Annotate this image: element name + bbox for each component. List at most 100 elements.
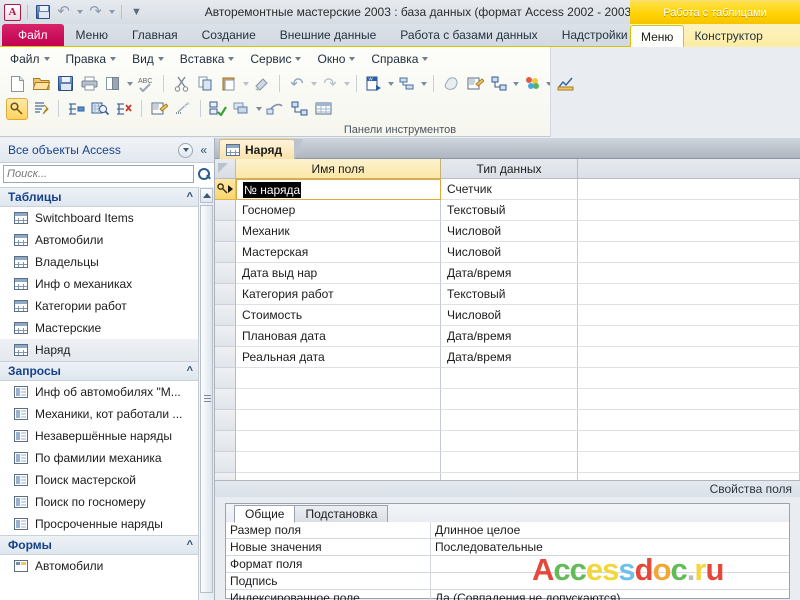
property-value[interactable]: Последовательные (431, 539, 789, 555)
nav-item-query-3[interactable]: По фамилии механика (0, 447, 199, 469)
primary-key-icon[interactable] (6, 97, 28, 120)
table-row[interactable]: Госномер Текстовый (215, 200, 800, 221)
paste-icon[interactable] (218, 73, 240, 95)
undo-dropdown-icon[interactable] (75, 3, 84, 22)
object-dependencies-icon[interactable] (264, 98, 286, 120)
menu-help[interactable]: Справка (366, 52, 439, 66)
row-selector[interactable] (215, 221, 236, 242)
cell-field-name[interactable]: Стоимость (236, 305, 441, 326)
cell-data-type[interactable] (441, 368, 578, 389)
row-selector[interactable] (215, 263, 236, 284)
lookup-column-icon[interactable] (207, 98, 229, 120)
table-row[interactable]: Механик Числовой (215, 221, 800, 242)
delete-rows-icon[interactable] (113, 98, 135, 120)
cell-field-name[interactable]: Категория работ (236, 284, 441, 305)
cell-data-type[interactable]: Дата/время (441, 263, 578, 284)
insert-rows-icon[interactable] (65, 98, 87, 120)
row-selector-primary-key[interactable] (215, 179, 236, 200)
column-header-field-name[interactable]: Имя поля (236, 159, 441, 179)
cell-data-type[interactable]: Текстовый (441, 200, 578, 221)
property-row[interactable]: Формат поля (226, 556, 789, 573)
document-tab-naryad[interactable]: Наряд (219, 139, 304, 160)
row-selector[interactable] (215, 305, 236, 326)
nav-item-masterskie[interactable]: Мастерские (0, 317, 199, 339)
undo-icon[interactable]: ↶ (54, 3, 73, 22)
chevron-down-icon[interactable] (311, 81, 317, 86)
row-selector[interactable] (215, 200, 236, 221)
print-preview-icon[interactable] (102, 73, 124, 95)
cell-field-name[interactable] (236, 389, 441, 410)
cell-field-name[interactable]: Госномер (236, 200, 441, 221)
validation-icon[interactable] (172, 98, 194, 120)
nav-item-switchboard-items[interactable]: Switchboard Items (0, 207, 199, 229)
tab-database-tools[interactable]: Работа с базами данных (388, 24, 549, 46)
chevron-down-icon[interactable] (256, 106, 262, 111)
tab-menu[interactable]: Меню (64, 24, 120, 46)
cell-data-type[interactable] (441, 389, 578, 410)
search-input[interactable] (3, 165, 194, 183)
code-icon[interactable] (440, 73, 462, 95)
nav-item-query-0[interactable]: Инф об автомобилях "М... (0, 381, 199, 403)
property-value[interactable] (431, 556, 789, 572)
property-value[interactable] (431, 573, 789, 589)
navigation-pane-scrollbar[interactable] (198, 187, 214, 600)
cell-data-type[interactable]: Числовой (441, 305, 578, 326)
chart-tools-icon[interactable] (554, 73, 576, 95)
tab-home[interactable]: Главная (120, 24, 190, 46)
cell-description[interactable] (578, 305, 800, 326)
cell-data-type[interactable] (441, 431, 578, 452)
chevron-up-icon[interactable]: ^ (187, 539, 193, 551)
cell-field-name[interactable]: Механик (236, 221, 441, 242)
tab-create[interactable]: Создание (190, 24, 268, 46)
cell-field-name[interactable] (236, 431, 441, 452)
redo-icon[interactable]: ↷ (86, 3, 105, 22)
table-row[interactable]: Дата выд нар Дата/время (215, 263, 800, 284)
table-row-empty[interactable] (215, 452, 800, 473)
cell-description[interactable] (578, 284, 800, 305)
relationships-icon[interactable] (288, 98, 310, 120)
spelling-icon[interactable]: ABC (135, 73, 157, 95)
cell-description[interactable] (578, 326, 800, 347)
nav-item-query-6[interactable]: Просроченные наряды (0, 513, 199, 535)
cell-field-name[interactable] (236, 410, 441, 431)
office-links-icon[interactable]: W (363, 73, 385, 95)
analyze-icon[interactable] (396, 73, 418, 95)
chevron-up-icon[interactable]: ^ (187, 365, 193, 377)
table-row[interactable]: Категория работ Текстовый (215, 284, 800, 305)
build-icon[interactable] (89, 98, 111, 120)
tab-lookup[interactable]: Подстановка (294, 505, 389, 522)
chevron-up-icon[interactable]: ^ (187, 191, 193, 203)
chevron-down-icon[interactable] (127, 81, 133, 86)
tab-general[interactable]: Общие (234, 505, 296, 523)
properties-icon[interactable] (148, 98, 170, 120)
property-value[interactable]: Длинное целое (431, 522, 789, 538)
cell-description[interactable] (578, 410, 800, 431)
column-header-data-type[interactable]: Тип данных (441, 159, 578, 179)
property-value[interactable]: Да (Совпадения не допускаются) (431, 590, 789, 600)
scrollbar-thumb[interactable] (200, 205, 213, 593)
table-row[interactable]: № наряда Счетчик (215, 179, 800, 200)
relationships-icon[interactable] (488, 73, 510, 95)
cell-field-name[interactable]: Реальная дата (236, 347, 441, 368)
cell-data-type[interactable]: Счетчик (441, 179, 578, 200)
tab-file[interactable]: Файл (2, 24, 64, 46)
cell-description[interactable] (578, 347, 800, 368)
new-object-icon[interactable] (521, 73, 543, 95)
chevron-down-icon[interactable] (344, 81, 350, 86)
cell-data-type[interactable]: Текстовый (441, 284, 578, 305)
nav-item-query-4[interactable]: Поиск мастерской (0, 469, 199, 491)
cell-description[interactable] (578, 242, 800, 263)
cell-data-type[interactable] (441, 452, 578, 473)
cell-field-name[interactable] (236, 368, 441, 389)
cell-data-type[interactable]: Числовой (441, 221, 578, 242)
row-selector[interactable] (215, 347, 236, 368)
search-icon[interactable] (197, 167, 211, 181)
new-icon[interactable] (6, 73, 28, 95)
nav-item-naryad[interactable]: Наряд (0, 339, 199, 361)
nav-item-form-avtomobili[interactable]: Автомобили (0, 555, 199, 577)
table-row-empty[interactable] (215, 389, 800, 410)
chevron-down-icon[interactable] (388, 81, 394, 86)
cell-field-name[interactable]: Дата выд нар (236, 263, 441, 284)
datasheet-view-icon[interactable] (312, 98, 334, 120)
row-selector[interactable] (215, 368, 236, 389)
